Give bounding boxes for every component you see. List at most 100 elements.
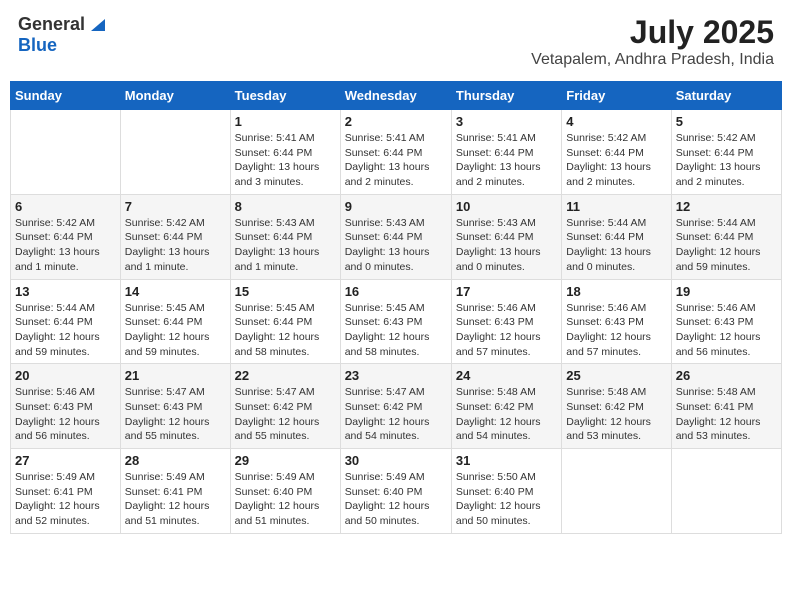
day-info: Sunrise: 5:46 AMSunset: 6:43 PMDaylight:…	[456, 301, 557, 360]
day-number: 17	[456, 284, 557, 299]
calendar-cell: 4 Sunrise: 5:42 AMSunset: 6:44 PMDaylight…	[562, 110, 671, 195]
weekday-header: Friday	[562, 82, 671, 110]
calendar-week-row: 20 Sunrise: 5:46 AMSunset: 6:43 PMDayligh…	[11, 364, 782, 449]
calendar-cell: 5 Sunrise: 5:42 AMSunset: 6:44 PMDaylight…	[671, 110, 781, 195]
day-number: 9	[345, 199, 447, 214]
logo-general: General	[18, 14, 85, 35]
day-info: Sunrise: 5:46 AMSunset: 6:43 PMDaylight:…	[676, 301, 777, 360]
day-number: 30	[345, 453, 447, 468]
calendar-cell: 31Sunrise: 5:50 AMSunset: 6:40 PMDayligh…	[451, 449, 561, 534]
day-info: Sunrise: 5:49 AMSunset: 6:40 PMDaylight:…	[345, 470, 447, 529]
calendar-cell: 9 Sunrise: 5:43 AMSunset: 6:44 PMDaylight…	[340, 194, 451, 279]
day-number: 27	[15, 453, 116, 468]
day-info: Sunrise: 5:46 AMSunset: 6:43 PMDaylight:…	[566, 301, 666, 360]
title-block: July 2025 Vetapalem, Andhra Pradesh, Ind…	[531, 14, 774, 69]
logo: General Blue	[18, 14, 105, 56]
day-number: 20	[15, 368, 116, 383]
calendar-cell: 1Sunrise: 5:41 AMSunset: 6:44 PMDaylight…	[230, 110, 340, 195]
day-info: Sunrise: 5:44 AMSunset: 6:44 PMDaylight:…	[15, 301, 116, 360]
day-number: 5	[676, 114, 777, 129]
calendar-cell: 30 Sunrise: 5:49 AMSunset: 6:40 PMDayligh…	[340, 449, 451, 534]
day-info: Sunrise: 5:42 AMSunset: 6:44 PMDaylight:…	[125, 216, 226, 275]
day-number: 25	[566, 368, 666, 383]
calendar-cell: 6 Sunrise: 5:42 AMSunset: 6:44 PMDaylight…	[11, 194, 121, 279]
day-number: 1	[235, 114, 336, 129]
calendar-cell: 25 Sunrise: 5:48 AMSunset: 6:42 PMDayligh…	[562, 364, 671, 449]
calendar-cell: 10Sunrise: 5:43 AMSunset: 6:44 PMDayligh…	[451, 194, 561, 279]
weekday-header: Saturday	[671, 82, 781, 110]
day-info: Sunrise: 5:46 AMSunset: 6:43 PMDaylight:…	[15, 385, 116, 444]
calendar-cell: 24Sunrise: 5:48 AMSunset: 6:42 PMDayligh…	[451, 364, 561, 449]
calendar-cell: 16 Sunrise: 5:45 AMSunset: 6:43 PMDayligh…	[340, 279, 451, 364]
day-info: Sunrise: 5:48 AMSunset: 6:42 PMDaylight:…	[456, 385, 557, 444]
page-subtitle: Vetapalem, Andhra Pradesh, India	[531, 51, 774, 69]
calendar-week-row: 13 Sunrise: 5:44 AMSunset: 6:44 PMDayligh…	[11, 279, 782, 364]
day-number: 22	[235, 368, 336, 383]
calendar-cell: 18 Sunrise: 5:46 AMSunset: 6:43 PMDayligh…	[562, 279, 671, 364]
day-info: Sunrise: 5:49 AMSunset: 6:41 PMDaylight:…	[15, 470, 116, 529]
day-info: Sunrise: 5:44 AMSunset: 6:44 PMDaylight:…	[566, 216, 666, 275]
calendar-cell: 11 Sunrise: 5:44 AMSunset: 6:44 PMDayligh…	[562, 194, 671, 279]
calendar-cell: 14Sunrise: 5:45 AMSunset: 6:44 PMDayligh…	[120, 279, 230, 364]
logo-triangle-icon	[87, 15, 105, 33]
calendar-cell: 19 Sunrise: 5:46 AMSunset: 6:43 PMDayligh…	[671, 279, 781, 364]
calendar-cell: 7 Sunrise: 5:42 AMSunset: 6:44 PMDaylight…	[120, 194, 230, 279]
day-number: 4	[566, 114, 666, 129]
calendar-cell: 17 Sunrise: 5:46 AMSunset: 6:43 PMDayligh…	[451, 279, 561, 364]
day-number: 29	[235, 453, 336, 468]
day-info: Sunrise: 5:45 AMSunset: 6:43 PMDaylight:…	[345, 301, 447, 360]
calendar-week-row: 1 Sunrise: 5:41 AMSunset: 6:44 PMDaylight…	[11, 110, 782, 195]
day-number: 7	[125, 199, 226, 214]
calendar-cell: 12Sunrise: 5:44 AMSunset: 6:44 PMDayligh…	[671, 194, 781, 279]
day-info: Sunrise: 5:47 AMSunset: 6:42 PMDaylight:…	[235, 385, 336, 444]
day-number: 2	[345, 114, 447, 129]
day-info: Sunrise: 5:43 AMSunset: 6:44 PMDaylight:…	[345, 216, 447, 275]
day-info: Sunrise: 5:48 AMSunset: 6:42 PMDaylight:…	[566, 385, 666, 444]
calendar-cell: 29Sunrise: 5:49 AMSunset: 6:40 PMDayligh…	[230, 449, 340, 534]
day-number: 11	[566, 199, 666, 214]
day-number: 21	[125, 368, 226, 383]
day-info: Sunrise: 5:42 AMSunset: 6:44 PMDaylight:…	[15, 216, 116, 275]
day-info: Sunrise: 5:42 AMSunset: 6:44 PMDaylight:…	[566, 131, 666, 190]
calendar-cell: 8Sunrise: 5:43 AMSunset: 6:44 PMDaylight…	[230, 194, 340, 279]
day-number: 26	[676, 368, 777, 383]
day-info: Sunrise: 5:45 AMSunset: 6:44 PMDaylight:…	[235, 301, 336, 360]
day-number: 16	[345, 284, 447, 299]
day-number: 10	[456, 199, 557, 214]
calendar-cell: 26Sunrise: 5:48 AMSunset: 6:41 PMDayligh…	[671, 364, 781, 449]
day-info: Sunrise: 5:41 AMSunset: 6:44 PMDaylight:…	[345, 131, 447, 190]
day-info: Sunrise: 5:44 AMSunset: 6:44 PMDaylight:…	[676, 216, 777, 275]
calendar-cell: 2 Sunrise: 5:41 AMSunset: 6:44 PMDaylight…	[340, 110, 451, 195]
calendar-cell: 23Sunrise: 5:47 AMSunset: 6:42 PMDayligh…	[340, 364, 451, 449]
calendar-week-row: 27 Sunrise: 5:49 AMSunset: 6:41 PMDayligh…	[11, 449, 782, 534]
day-info: Sunrise: 5:41 AMSunset: 6:44 PMDaylight:…	[456, 131, 557, 190]
weekday-header: Monday	[120, 82, 230, 110]
day-number: 28	[125, 453, 226, 468]
day-number: 19	[676, 284, 777, 299]
day-info: Sunrise: 5:42 AMSunset: 6:44 PMDaylight:…	[676, 131, 777, 190]
calendar-cell: 20 Sunrise: 5:46 AMSunset: 6:43 PMDayligh…	[11, 364, 121, 449]
calendar-cell	[11, 110, 121, 195]
day-number: 23	[345, 368, 447, 383]
day-number: 18	[566, 284, 666, 299]
day-number: 14	[125, 284, 226, 299]
page-header: General Blue July 2025 Vetapalem, Andhra…	[10, 10, 782, 73]
weekday-header: Wednesday	[340, 82, 451, 110]
day-number: 6	[15, 199, 116, 214]
calendar-cell: 13 Sunrise: 5:44 AMSunset: 6:44 PMDayligh…	[11, 279, 121, 364]
calendar-cell: 15Sunrise: 5:45 AMSunset: 6:44 PMDayligh…	[230, 279, 340, 364]
calendar-cell	[120, 110, 230, 195]
day-info: Sunrise: 5:43 AMSunset: 6:44 PMDaylight:…	[235, 216, 336, 275]
calendar-table: SundayMondayTuesdayWednesdayThursdayFrid…	[10, 81, 782, 534]
day-number: 3	[456, 114, 557, 129]
calendar-cell: 22 Sunrise: 5:47 AMSunset: 6:42 PMDayligh…	[230, 364, 340, 449]
calendar-cell: 3 Sunrise: 5:41 AMSunset: 6:44 PMDaylight…	[451, 110, 561, 195]
calendar-cell	[671, 449, 781, 534]
weekday-header-row: SundayMondayTuesdayWednesdayThursdayFrid…	[11, 82, 782, 110]
day-info: Sunrise: 5:49 AMSunset: 6:41 PMDaylight:…	[125, 470, 226, 529]
weekday-header: Sunday	[11, 82, 121, 110]
day-number: 13	[15, 284, 116, 299]
calendar-cell: 27 Sunrise: 5:49 AMSunset: 6:41 PMDayligh…	[11, 449, 121, 534]
calendar-cell	[562, 449, 671, 534]
calendar-week-row: 6 Sunrise: 5:42 AMSunset: 6:44 PMDaylight…	[11, 194, 782, 279]
